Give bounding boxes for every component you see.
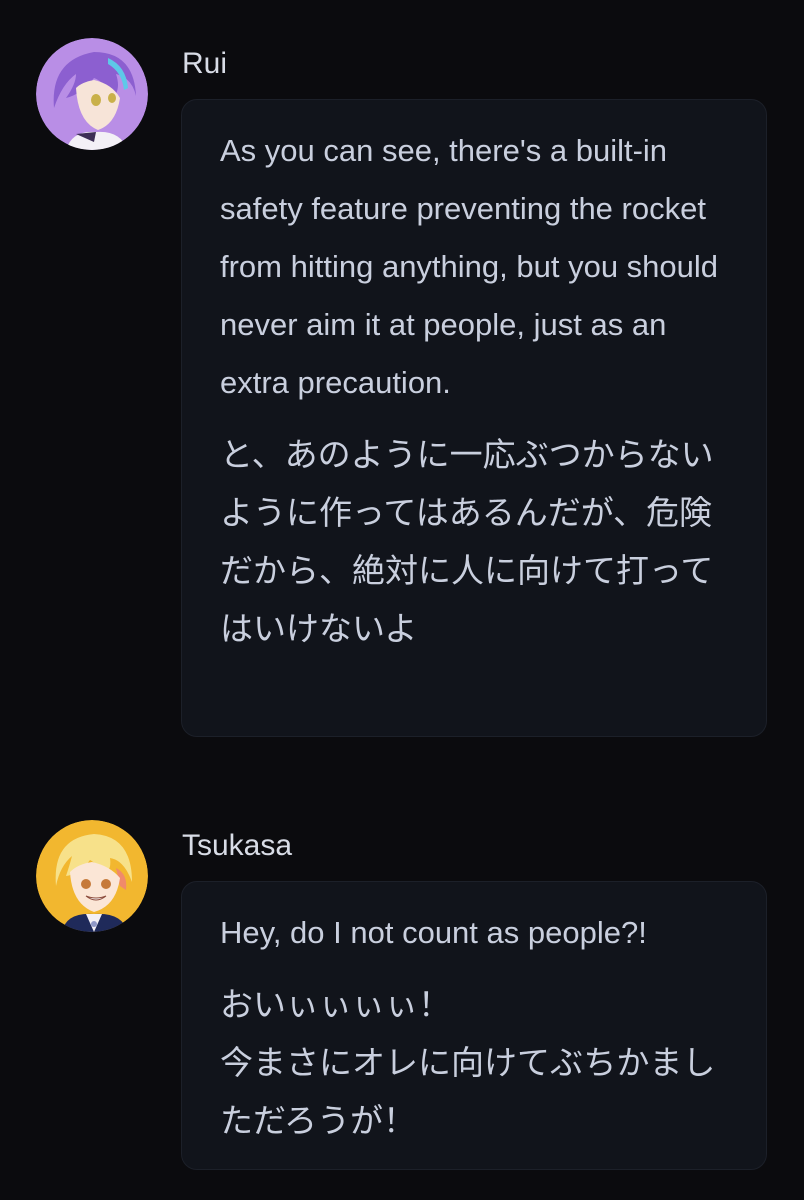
message-english-text: As you can see, there's a built-in safet… [220,133,719,400]
tsukasa-avatar-icon[interactable] [36,820,148,932]
message-bubble: Hey, do I not count as people?! おいぃぃぃぃ！ … [181,881,767,1170]
rui-avatar-icon[interactable] [36,38,148,150]
message-bubble: As you can see, there's a built-in safet… [181,99,767,737]
message-japanese-text: と、あのように一応ぶつからないように作ってはあるんだが、危険だから、絶対に人に向… [220,435,714,648]
message-japanese-text: おいぃぃぃぃ！ 今まさにオレに向けてぶちかましただろうが！ [220,985,716,1140]
message-english-text: Hey, do I not count as people?! [220,915,647,950]
message-author-name: Rui [182,47,228,80]
message-author-name: Tsukasa [182,829,293,862]
